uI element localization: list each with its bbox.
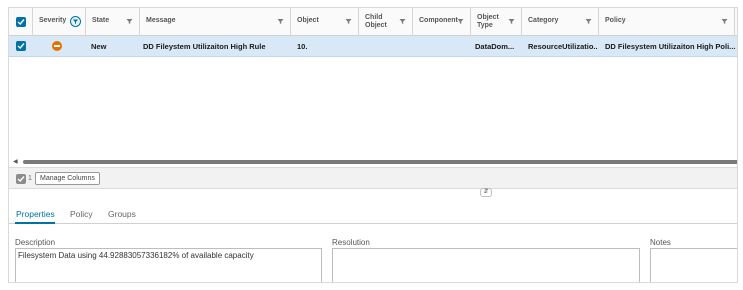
column-category[interactable]: Category — [522, 8, 599, 36]
detail-tabs: Properties Policy Groups — [9, 206, 737, 224]
notes-field[interactable] — [650, 248, 737, 282]
object-filter-icon[interactable] — [345, 18, 352, 25]
column-object-label: Object — [297, 17, 319, 24]
column-state[interactable]: State — [86, 8, 140, 36]
horizontal-scrollbar[interactable]: ◀ — [9, 158, 737, 166]
tab-properties[interactable]: Properties — [16, 209, 55, 219]
grid-header: Severity State Message Object Child Obje… — [9, 8, 737, 36]
description-value: Filesystem Data using 44.92883057336182%… — [18, 251, 254, 260]
tab-policy[interactable]: Policy — [70, 209, 93, 219]
manage-columns-button[interactable]: Manage Columns — [35, 172, 100, 185]
column-child-object[interactable]: Child Object — [359, 8, 413, 36]
active-tab-indicator — [15, 222, 55, 224]
column-message-label: Message — [146, 17, 176, 24]
cell-category: ResourceUtilizatio... — [528, 42, 598, 51]
column-component[interactable]: Component — [413, 8, 471, 36]
notes-label: Notes — [650, 238, 671, 247]
column-component-label: Component — [419, 17, 458, 24]
scrollbar-thumb[interactable] — [23, 160, 737, 164]
message-filter-icon[interactable] — [277, 18, 284, 25]
severity-filter-active-icon[interactable] — [70, 16, 81, 27]
column-category-label: Category — [528, 17, 559, 24]
child-object-filter-icon[interactable] — [399, 18, 406, 25]
column-object-type[interactable]: Object Type — [471, 8, 522, 36]
cell-object-type: DataDom... — [475, 42, 515, 51]
select-all-column — [9, 8, 33, 36]
state-filter-icon[interactable] — [126, 18, 133, 25]
row-checkbox-icon[interactable] — [16, 41, 26, 51]
column-severity[interactable]: Severity — [33, 8, 86, 36]
column-object[interactable]: Object — [291, 8, 359, 36]
select-all-checkbox-icon[interactable] — [16, 17, 26, 27]
alerts-panel: Severity State Message Object Child Obje… — [8, 7, 738, 283]
column-policy[interactable]: Policy — [599, 8, 735, 36]
object-type-filter-icon[interactable] — [508, 18, 515, 25]
scroll-left-icon[interactable]: ◀ — [13, 158, 18, 166]
cell-message[interactable]: DD Fileystem Utilizaiton High Rule — [143, 42, 289, 51]
cell-policy[interactable]: DD Filesystem Utilizaiton High Poli... — [605, 42, 735, 51]
column-child-object-label: Child Object — [365, 14, 387, 29]
resolution-label: Resolution — [332, 238, 370, 247]
resolution-field[interactable] — [332, 248, 640, 282]
column-message[interactable]: Message — [140, 8, 291, 36]
tab-groups[interactable]: Groups — [108, 209, 136, 219]
minor-severity-icon — [52, 41, 62, 51]
table-row[interactable]: New DD Fileystem Utilizaiton High Rule 1… — [9, 36, 737, 57]
column-state-label: State — [92, 17, 110, 24]
category-filter-icon[interactable] — [585, 18, 592, 25]
column-severity-label: Severity — [39, 17, 67, 24]
selected-count: 1 — [28, 175, 32, 182]
column-policy-label: Policy — [605, 17, 626, 24]
column-object-type-label: Object Type — [477, 14, 499, 29]
grid-footer: 1 Manage Columns — [9, 167, 737, 189]
description-field[interactable]: Filesystem Data using 44.92883057336182%… — [15, 248, 322, 282]
description-label: Description — [15, 238, 56, 247]
resize-handle-icon[interactable]: ⇵ — [480, 188, 492, 197]
cell-object[interactable]: 10. — [297, 42, 355, 51]
selection-checkbox-icon — [16, 174, 26, 184]
policy-filter-icon[interactable] — [721, 18, 728, 25]
cell-state: New — [91, 42, 107, 51]
component-filter-icon[interactable] — [457, 18, 464, 25]
